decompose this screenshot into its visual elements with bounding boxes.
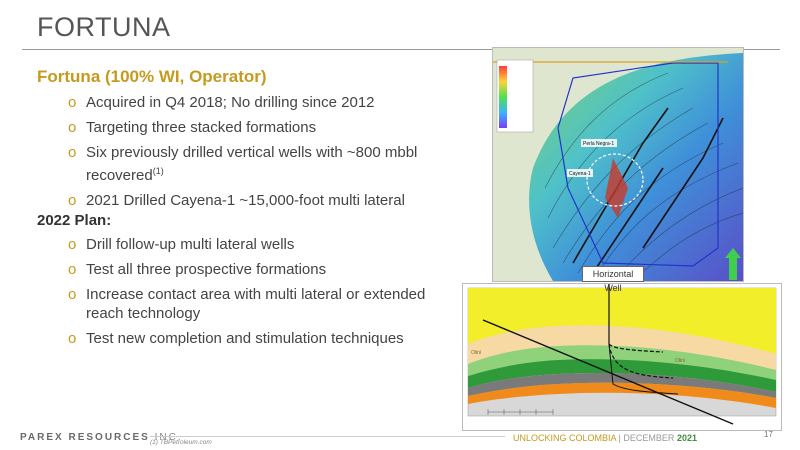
svg-text:-: - xyxy=(509,115,510,119)
list-item: o Acquired in Q4 2018; No drilling since … xyxy=(68,94,375,111)
list-item: o Targeting three stacked formations xyxy=(68,119,317,136)
list-item: o Six previously drilled vertical wells w… xyxy=(68,144,418,184)
circle-bullet-icon: o xyxy=(68,286,77,303)
svg-text:-: - xyxy=(509,103,510,107)
bullet-list-overview: o Acquired in Q4 2018; No drilling since … xyxy=(68,93,438,216)
bullet-list-plan: o Drill follow-up multi lateral wells o Te… xyxy=(68,235,438,354)
circle-bullet-icon: o xyxy=(68,119,77,136)
horizontal-well-callout: Horizontal Well xyxy=(582,266,644,293)
svg-text:-: - xyxy=(509,67,510,71)
plan-heading: 2022 Plan: xyxy=(37,212,112,229)
list-item: o Test all three prospective formations xyxy=(68,261,327,278)
svg-text:-: - xyxy=(509,91,510,95)
circle-bullet-icon: o xyxy=(68,192,77,209)
cross-section-image: Olini Olini xyxy=(462,283,782,431)
circle-bullet-icon: o xyxy=(68,236,77,253)
well-label-cayena: Cayena-1 xyxy=(569,171,591,177)
circle-bullet-icon: o xyxy=(68,261,77,278)
footer-divider xyxy=(150,436,505,437)
section-subhead: Fortuna (100% WI, Operator) xyxy=(37,67,267,86)
structure-map-image: - - - - - Perla Negra-1 Cayena-1 xyxy=(492,47,744,282)
formation-label: Olini xyxy=(471,350,481,356)
circle-bullet-icon: o xyxy=(68,94,77,111)
svg-text:-: - xyxy=(509,79,510,83)
cross-section-graphic: Olini Olini xyxy=(463,284,781,430)
footer-tagline: UNLOCKING COLOMBIA | DECEMBER 2021 xyxy=(513,433,697,443)
page-title: FORTUNA xyxy=(37,12,171,42)
list-item: o Drill follow-up multi lateral wells xyxy=(68,236,295,253)
list-item: o Test new completion and stimulation tec… xyxy=(68,330,404,347)
list-item: o 2021 Drilled Cayena-1 ~15,000-foot mult… xyxy=(68,192,405,209)
page-number: 17 xyxy=(764,430,773,439)
map-graphic: - - - - - Perla Negra-1 Cayena-1 xyxy=(493,48,743,281)
footnote: (1) TBPetroleum.com xyxy=(150,439,212,446)
list-item: o Increase contact area with multi latera… xyxy=(68,286,426,322)
circle-bullet-icon: o xyxy=(68,144,77,161)
well-label-perla-negra: Perla Negra-1 xyxy=(583,141,614,147)
circle-bullet-icon: o xyxy=(68,330,77,347)
formation-label: Olini xyxy=(675,358,685,364)
footnote-ref: (1) xyxy=(152,166,164,176)
